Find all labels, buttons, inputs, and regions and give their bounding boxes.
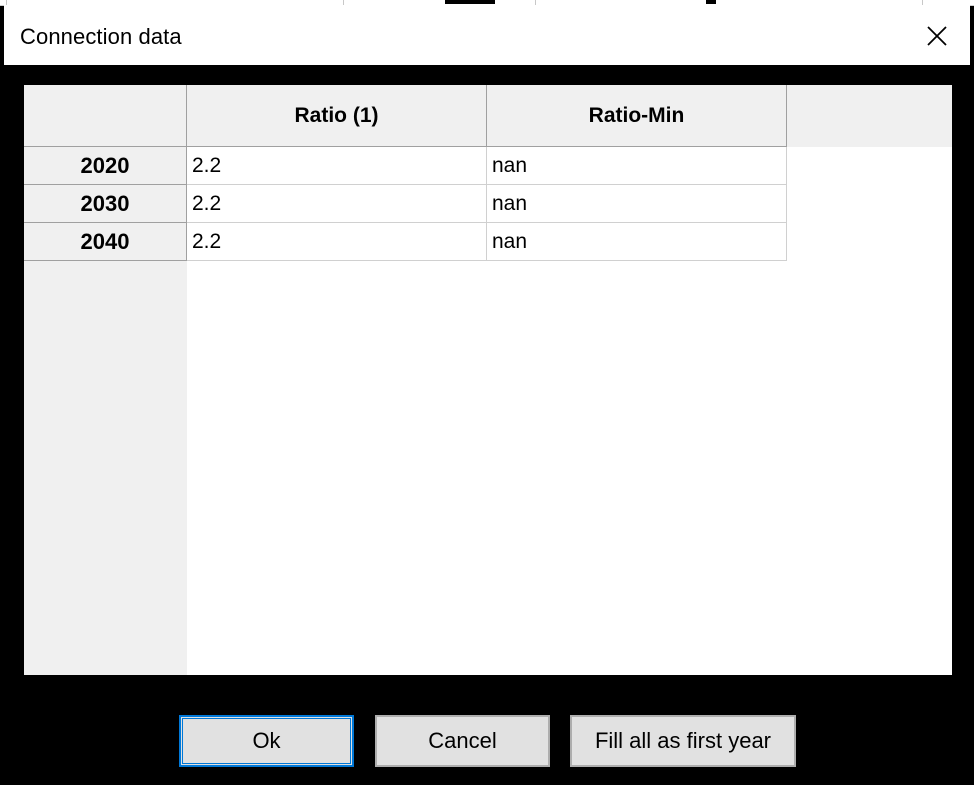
cell-2040-ratio[interactable]: 2.2 [187, 223, 487, 261]
title-bar: Connection data [4, 5, 970, 65]
cell-2030-ratio-min[interactable]: nan [487, 185, 787, 223]
column-header-ratio-min[interactable]: Ratio-Min [487, 85, 787, 147]
row-header-2020[interactable]: 2020 [24, 147, 187, 185]
cancel-button[interactable]: Cancel [375, 715, 550, 767]
cell-2020-ratio[interactable]: 2.2 [187, 147, 487, 185]
close-x-icon [927, 26, 947, 46]
connection-data-dialog: Connection data Ratio (1) Ratio-Min 2020… [0, 0, 974, 785]
column-header-ratio[interactable]: Ratio (1) [187, 85, 487, 147]
cell-2040-ratio-min[interactable]: nan [487, 223, 787, 261]
close-button[interactable] [920, 19, 954, 53]
fill-all-as-first-year-button[interactable]: Fill all as first year [570, 715, 796, 767]
dialog-title: Connection data [20, 24, 182, 49]
row-header-2040[interactable]: 2040 [24, 223, 187, 261]
data-grid: Ratio (1) Ratio-Min 2020 2.2 nan 2030 2.… [24, 85, 952, 675]
header-empty-area [786, 85, 952, 147]
cell-2030-ratio[interactable]: 2.2 [187, 185, 487, 223]
row-header-2030[interactable]: 2030 [24, 185, 187, 223]
ok-button[interactable]: Ok [179, 715, 354, 767]
dialog-content: Ratio (1) Ratio-Min 2020 2.2 nan 2030 2.… [4, 65, 970, 785]
cell-2020-ratio-min[interactable]: nan [487, 147, 787, 185]
button-bar: Ok Cancel Fill all as first year [4, 715, 970, 767]
grid-corner-cell[interactable] [24, 85, 187, 147]
